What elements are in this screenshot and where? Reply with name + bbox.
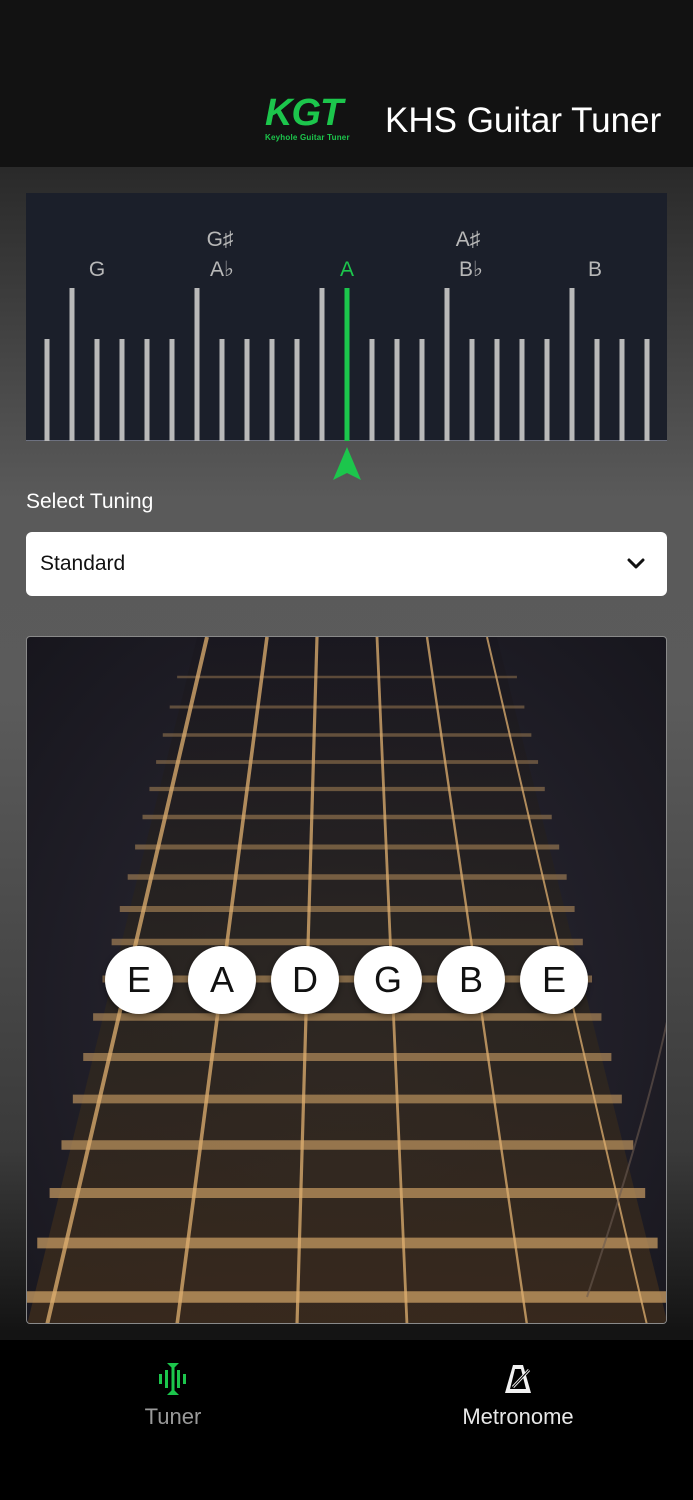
tuner-scale: G♯ G A♭ A A♯ B♭ B <box>44 228 650 441</box>
string-button-g[interactable]: G <box>354 946 422 1014</box>
nav-tuner-label: Tuner <box>144 1404 202 1429</box>
tuner-tick <box>544 339 550 441</box>
string-button-e-low[interactable]: E <box>105 946 173 1014</box>
note-label-a: A <box>340 258 354 281</box>
tuning-select[interactable]: Standard <box>26 532 667 596</box>
logo-subtitle: Keyhole Guitar Tuner <box>265 133 350 142</box>
tuner-tick <box>619 339 625 441</box>
tuner-tick <box>119 339 125 441</box>
tuner-tick <box>644 339 650 441</box>
tuner-tick <box>494 339 500 441</box>
tuner-tick <box>44 339 50 441</box>
note-label-a-sharp: A♯ <box>456 228 481 251</box>
chevron-down-icon <box>627 558 645 569</box>
tuner-display: G♯ G A♭ A A♯ B♭ B <box>26 193 667 441</box>
tuner-tick <box>369 339 375 441</box>
note-label-b: B <box>588 258 602 281</box>
note-label-b-flat: B♭ <box>459 258 483 281</box>
tuner-tick <box>144 339 150 441</box>
app-header: KGT Keyhole Guitar Tuner KHS Guitar Tune… <box>0 0 693 167</box>
note-label-g-sharp: G♯ <box>207 228 234 251</box>
string-button-a[interactable]: A <box>188 946 256 1014</box>
tuner-tick-major <box>444 288 450 441</box>
tuner-tick <box>169 339 175 441</box>
nav-metronome-label: Metronome <box>462 1404 574 1429</box>
tuner-tick <box>269 339 275 441</box>
tuner-tick-center <box>344 288 350 441</box>
tuner-tick <box>519 339 525 441</box>
bottom-nav: Tuner Metronome <box>0 1340 693 1500</box>
string-button-b[interactable]: B <box>437 946 505 1014</box>
tuner-tick <box>594 339 600 441</box>
tuner-tick <box>419 339 425 441</box>
tuner-tick <box>219 339 225 441</box>
tuner-tick <box>244 339 250 441</box>
tuner-tick-major <box>319 288 325 441</box>
select-tuning-label: Select Tuning <box>26 490 154 513</box>
note-label-a-flat: A♭ <box>210 258 234 281</box>
tuner-tick <box>469 339 475 441</box>
string-buttons: E A D G B E <box>105 946 588 1014</box>
tuning-select-value: Standard <box>40 552 126 575</box>
pitch-indicator-arrow <box>333 447 361 480</box>
app-title: KHS Guitar Tuner <box>385 101 662 140</box>
nav-tuner[interactable]: Tuner <box>73 1362 273 1430</box>
nav-metronome[interactable]: Metronome <box>418 1362 618 1430</box>
tuner-tick <box>394 339 400 441</box>
metronome-icon <box>505 1365 531 1393</box>
logo-mark: KGT <box>265 92 343 134</box>
string-button-e-high[interactable]: E <box>520 946 588 1014</box>
tuner-tick <box>94 339 100 441</box>
tuner-tick <box>294 339 300 441</box>
tuner-tick-major <box>569 288 575 441</box>
tuner-waveform-icon <box>159 1363 186 1395</box>
app-logo: KGT Keyhole Guitar Tuner <box>265 93 365 149</box>
string-button-d[interactable]: D <box>271 946 339 1014</box>
note-label-g: G <box>89 258 105 281</box>
tuner-tick-major <box>69 288 75 441</box>
tuner-tick-major <box>194 288 200 441</box>
